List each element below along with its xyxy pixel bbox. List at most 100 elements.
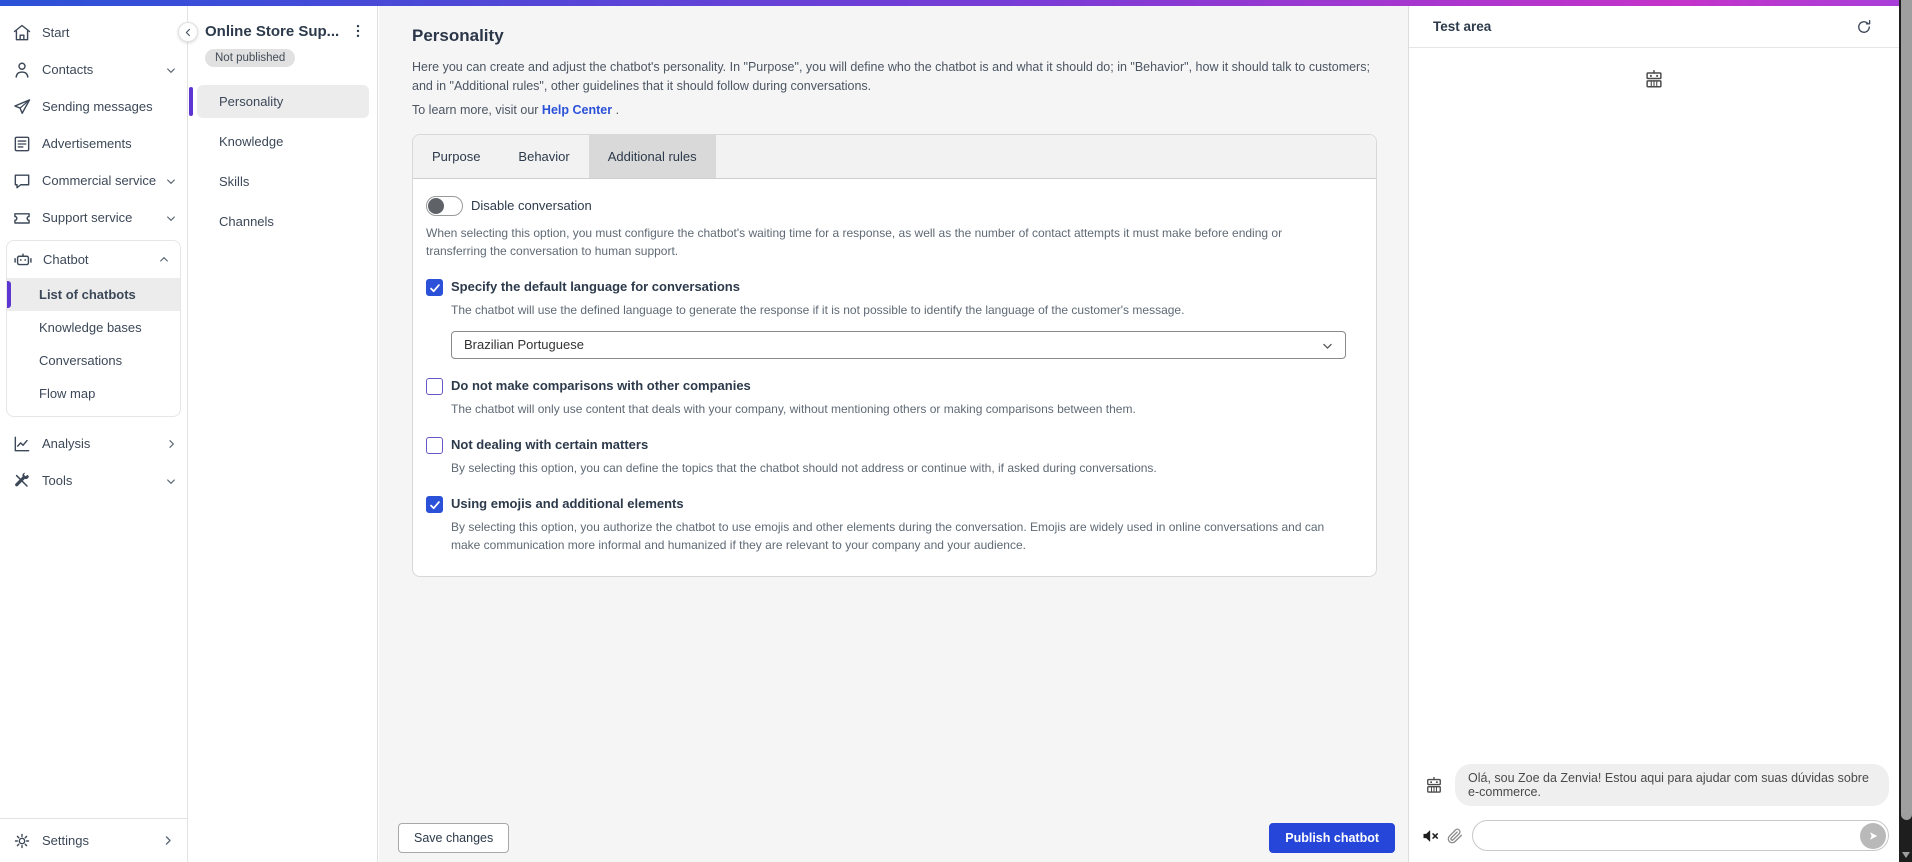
sidebar-item-sending-messages[interactable]: Sending messages [0, 88, 187, 125]
page-title: Personality [412, 26, 504, 45]
chevron-down-icon [165, 212, 177, 224]
sidebar-item-support-service[interactable]: Support service [0, 199, 187, 236]
chart-icon [12, 434, 32, 454]
sidebar-item-label: Chatbot [43, 252, 89, 267]
sidebar-item-advertisements[interactable]: Advertisements [0, 125, 187, 162]
chat-input-row [1421, 820, 1889, 851]
panel-item-label: Knowledge [219, 134, 284, 149]
sidebar-item-knowledge-bases[interactable]: Knowledge bases [7, 311, 180, 344]
bot-message-bubble: Olá, sou Zoe da Zenvia! Estou aqui para … [1455, 764, 1889, 806]
newspaper-icon [12, 134, 32, 154]
send-arrow-icon [1870, 831, 1878, 840]
scrollbar-down-arrow[interactable] [1902, 852, 1910, 858]
refresh-icon[interactable] [1855, 18, 1873, 36]
chevron-up-icon [158, 254, 170, 266]
language-select-value: Brazilian Portuguese [464, 337, 584, 353]
panel-item-label: Personality [219, 94, 284, 109]
option-not-dealing-matters: Not dealing with certain matters By sele… [426, 436, 1346, 477]
not-dealing-matters-checkbox[interactable] [426, 436, 443, 454]
option-no-comparisons: Do not make comparisons with other compa… [426, 377, 1346, 418]
check-icon [429, 501, 440, 510]
tab-additional-rules[interactable]: Additional rules [588, 134, 716, 178]
panel-item-channels[interactable]: Channels [197, 205, 369, 238]
panel-item-personality[interactable]: Personality [189, 85, 369, 118]
tab-bar: Purpose Behavior Additional rules [413, 134, 1376, 179]
chevron-right-icon [161, 835, 173, 847]
paperclip-icon[interactable] [1446, 827, 1464, 845]
chat-message-row: Olá, sou Zoe da Zenvia! Estou aqui para … [1421, 764, 1889, 806]
sidebar-item-conversations[interactable]: Conversations [7, 344, 180, 377]
person-icon [12, 60, 32, 80]
bot-avatar [1409, 68, 1899, 90]
chevron-down-icon [1321, 339, 1333, 351]
check-icon [429, 284, 440, 293]
sidebar-item-label: Advertisements [42, 136, 132, 151]
help-center-link[interactable]: Help Center [542, 103, 612, 117]
no-comparisons-checkbox[interactable] [426, 377, 443, 395]
send-button[interactable] [1860, 822, 1886, 849]
panel-item-skills[interactable]: Skills [197, 165, 369, 198]
robot-avatar-icon [1646, 70, 1662, 88]
sidebar-item-label: Sending messages [42, 99, 153, 114]
help-suffix: . [615, 102, 620, 117]
tab-behavior[interactable]: Behavior [499, 135, 588, 178]
option-description: The chatbot will only use content that d… [451, 401, 1136, 416]
option-label: Not dealing with certain matters [451, 436, 649, 452]
home-icon [12, 23, 32, 43]
default-language-checkbox[interactable] [426, 278, 443, 296]
chevron-right-icon [165, 438, 177, 450]
sidebar: Start Contacts Sending messages Advertis… [0, 6, 188, 862]
sidebar-item-flow-map[interactable]: Flow map [7, 377, 180, 410]
sidebar-item-start[interactable]: Start [0, 14, 187, 51]
ticket-icon [12, 208, 32, 228]
chevron-left-icon [185, 28, 190, 36]
chevron-down-icon [165, 64, 177, 76]
disable-conversation-toggle[interactable] [426, 195, 463, 216]
sidebar-nav: Start Contacts Sending messages Advertis… [0, 6, 187, 818]
sidebar-subitem-label: Knowledge bases [39, 320, 142, 335]
chat-bubble-icon [12, 171, 32, 191]
test-area-title: Test area [1433, 19, 1492, 34]
top-gradient-bar [0, 0, 1899, 6]
panel-item-knowledge[interactable]: Knowledge [197, 125, 369, 158]
emojis-checkbox[interactable] [426, 495, 443, 513]
toggle-knob [428, 197, 444, 214]
tools-icon [12, 471, 32, 491]
sidebar-item-analysis[interactable]: Analysis [0, 425, 187, 462]
sidebar-item-label: Commercial service [42, 173, 157, 188]
sidebar-item-label: Tools [42, 473, 73, 488]
option-default-language: Specify the default language for convers… [426, 278, 1346, 359]
language-select[interactable]: Brazilian Portuguese [451, 330, 1346, 359]
sidebar-item-settings[interactable]: Settings [0, 818, 187, 862]
sidebar-subitem-label: Flow map [39, 386, 96, 401]
tab-purpose[interactable]: Purpose [413, 135, 499, 178]
mute-speaker-icon[interactable] [1421, 826, 1441, 846]
sidebar-item-label: Start [42, 25, 70, 40]
chevron-down-icon [165, 475, 177, 487]
toggle-label: Disable conversation [471, 198, 592, 214]
option-description: By selecting this option, you authorize … [451, 519, 1325, 552]
test-area: Test area Olá, sou Zoe da Zenvia! Estou … [1408, 6, 1899, 862]
vertical-scrollbar[interactable] [1899, 0, 1912, 862]
sidebar-item-list-of-chatbots[interactable]: List of chatbots [7, 278, 180, 311]
gear-icon [12, 831, 32, 851]
save-changes-button[interactable]: Save changes [398, 823, 510, 853]
robot-icon [13, 250, 33, 270]
option-label: Using emojis and additional elements [451, 495, 684, 511]
help-prefix: To learn more, visit our [412, 102, 539, 117]
chatbot-panel: Online Store Sup... Not published Person… [189, 6, 378, 862]
chatbot-name-title: Online Store Sup... [205, 22, 340, 40]
scrollbar-thumb[interactable] [1901, 0, 1912, 820]
chevron-down-icon [165, 175, 177, 187]
page-description: Here you can create and adjust the chatb… [412, 60, 1370, 94]
sidebar-item-tools[interactable]: Tools [0, 462, 187, 499]
publish-chatbot-button[interactable]: Publish chatbot [1269, 823, 1395, 853]
sidebar-item-chatbot[interactable]: Chatbot [7, 241, 180, 278]
sidebar-item-commercial-service[interactable]: Commercial service [0, 162, 187, 199]
kebab-menu-icon[interactable] [349, 22, 367, 40]
sidebar-item-contacts[interactable]: Contacts [0, 51, 187, 88]
panel-item-label: Skills [219, 174, 250, 189]
chat-message-input[interactable] [1472, 820, 1889, 851]
footer-actions: Save changes Publish chatbot [398, 823, 1395, 853]
collapse-sidebar-button[interactable] [178, 22, 198, 42]
